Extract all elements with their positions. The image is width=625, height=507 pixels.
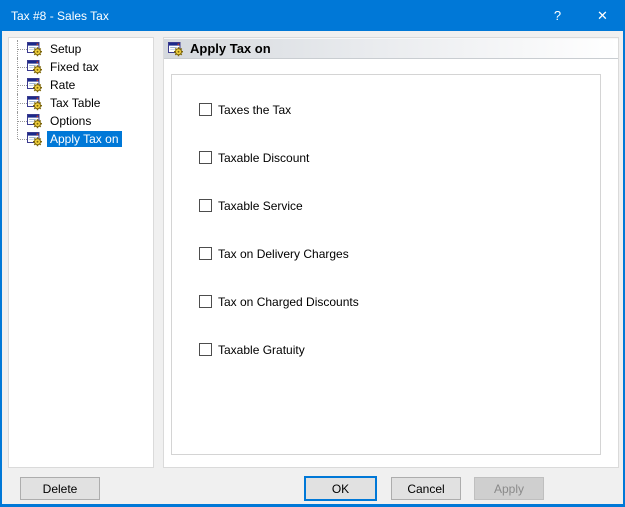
checkbox-label: Taxable Discount <box>218 151 309 165</box>
tree-connector <box>17 76 27 94</box>
page-title: Apply Tax on <box>190 41 271 56</box>
sidebar-tree-item[interactable]: Tax Table <box>17 94 153 112</box>
sidebar-item-label: Rate <box>47 77 78 93</box>
checkbox-row: Tax on Charged Discounts <box>199 294 600 309</box>
checkbox-group: Taxes the Tax Taxable Discount Taxable S… <box>171 74 601 455</box>
sidebar-tree: Setup Fixed tax <box>8 37 154 468</box>
page-header: Apply Tax on <box>164 38 618 59</box>
checkbox-row: Tax on Delivery Charges <box>199 246 600 261</box>
close-button[interactable]: ✕ <box>580 0 625 31</box>
window-gear-icon <box>27 95 43 111</box>
tree-connector <box>17 94 27 112</box>
sidebar-item-label: Apply Tax on <box>47 131 122 147</box>
sidebar-tree-item[interactable]: Setup <box>17 40 153 58</box>
checkbox-label: Taxable Service <box>218 199 303 213</box>
window-title: Tax #8 - Sales Tax <box>0 9 535 23</box>
checkbox-label: Taxes the Tax <box>218 103 291 117</box>
checkbox[interactable] <box>199 247 212 260</box>
checkbox[interactable] <box>199 103 212 116</box>
checkbox-row: Taxable Gratuity <box>199 342 600 357</box>
sidebar-item-label: Setup <box>47 41 84 57</box>
cancel-button[interactable]: Cancel <box>391 477 461 500</box>
checkbox[interactable] <box>199 199 212 212</box>
checkbox-label: Taxable Gratuity <box>218 343 305 357</box>
checkbox-label: Tax on Charged Discounts <box>218 295 359 309</box>
checkbox[interactable] <box>199 295 212 308</box>
apply-button[interactable]: Apply <box>474 477 544 500</box>
sidebar-tree-item[interactable]: Options <box>17 112 153 130</box>
window-gear-icon <box>27 131 43 147</box>
delete-button[interactable]: Delete <box>20 477 100 500</box>
main-panel: Apply Tax on Taxes the Tax Taxable Disco… <box>163 37 619 468</box>
checkbox[interactable] <box>199 343 212 356</box>
tax-dialog-window: Tax #8 - Sales Tax ? ✕ Setup <box>0 0 625 507</box>
tree-connector <box>17 112 27 130</box>
sidebar-item-label: Tax Table <box>47 95 103 111</box>
ok-button[interactable]: OK <box>304 476 377 501</box>
checkbox-label: Tax on Delivery Charges <box>218 247 349 261</box>
tree-connector <box>17 40 27 58</box>
window-gear-icon <box>27 77 43 93</box>
checkbox-row: Taxable Discount <box>199 150 600 165</box>
tree-connector <box>17 58 27 76</box>
tree-connector <box>17 130 27 148</box>
checkbox-row: Taxable Service <box>199 198 600 213</box>
sidebar-tree-item[interactable]: Fixed tax <box>17 58 153 76</box>
title-bar: Tax #8 - Sales Tax ? ✕ <box>0 0 625 31</box>
window-gear-icon <box>168 41 184 57</box>
sidebar-tree-item[interactable]: Apply Tax on <box>17 130 153 148</box>
checkbox[interactable] <box>199 151 212 164</box>
sidebar-item-label: Options <box>47 113 94 129</box>
window-gear-icon <box>27 113 43 129</box>
sidebar-item-label: Fixed tax <box>47 59 102 75</box>
window-gear-icon <box>27 41 43 57</box>
sidebar-tree-item[interactable]: Rate <box>17 76 153 94</box>
window-gear-icon <box>27 59 43 75</box>
checkbox-row: Taxes the Tax <box>199 102 600 117</box>
help-button[interactable]: ? <box>535 0 580 31</box>
